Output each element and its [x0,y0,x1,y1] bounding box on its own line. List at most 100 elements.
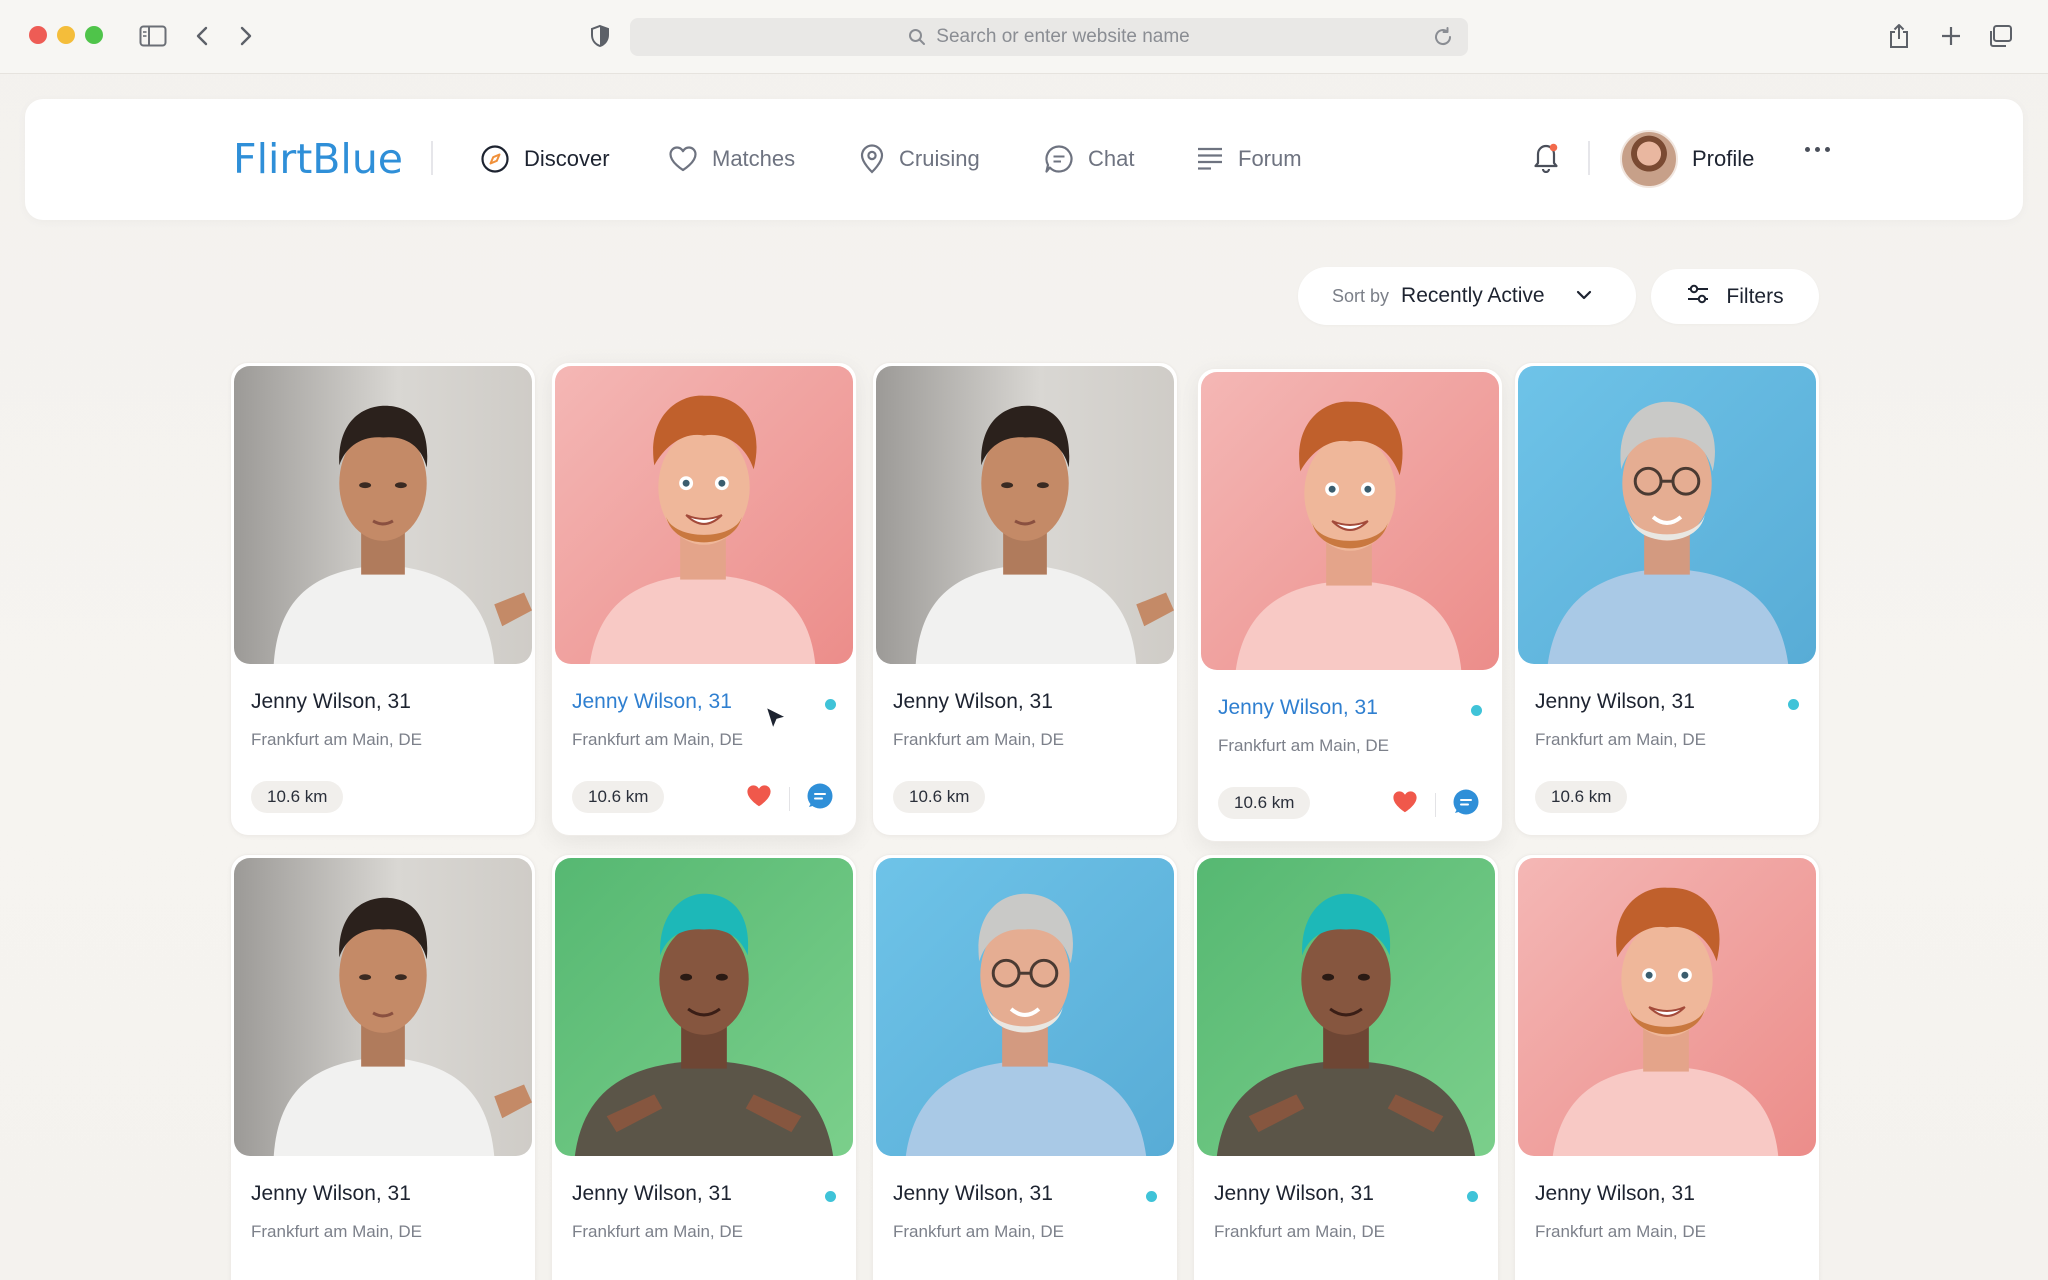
app-logo[interactable]: FlirtBlue [233,135,403,183]
profile-name[interactable]: Jenny Wilson, 31 [893,690,1053,714]
profile-photo[interactable] [555,366,853,664]
profile-menu[interactable]: Profile [1620,129,1754,189]
profile-location: Frankfurt am Main, DE [893,730,1064,749]
profile-location: Frankfurt am Main, DE [893,1222,1064,1241]
profile-location: Frankfurt am Main, DE [1214,1222,1385,1241]
profile-card[interactable]: Jenny Wilson, 31 Frankfurt am Main, DE 10… [1514,362,1820,836]
profile-card[interactable]: Jenny Wilson, 31 Frankfurt am Main, DE [1193,854,1499,1280]
online-status-dot [825,699,836,710]
search-icon [908,28,926,46]
sliders-icon [1686,283,1710,311]
profile-photo[interactable] [555,858,853,1156]
nav-cruising[interactable]: Cruising [859,139,980,179]
profile-card[interactable]: Jenny Wilson, 31 Frankfurt am Main, DE 10… [551,362,857,836]
compass-icon [480,144,510,174]
profile-name[interactable]: Jenny Wilson, 31 [1535,1182,1695,1206]
profile-location: Frankfurt am Main, DE [251,730,422,749]
profile-photo[interactable] [1518,858,1816,1156]
profile-photo[interactable] [876,366,1174,664]
chat-message-icon[interactable] [1452,788,1480,821]
back-arrow-icon[interactable] [188,22,216,50]
tab-overview-icon[interactable] [1986,22,2014,50]
online-status-dot [1471,705,1482,716]
online-status-dot [1788,699,1799,710]
nav-cruising-label: Cruising [899,146,980,171]
distance-badge: 10.6 km [893,781,986,813]
distance-badge: 10.6 km [572,781,665,813]
distance-badge: 10.6 km [1218,787,1311,819]
profile-card[interactable]: Jenny Wilson, 31 Frankfurt am Main, DE 10… [1197,368,1503,842]
profile-name[interactable]: Jenny Wilson, 31 [572,1182,732,1206]
sort-label: Sort by [1332,285,1390,306]
address-bar[interactable]: Search or enter website name [630,18,1468,56]
profile-photo[interactable] [876,858,1174,1156]
nav-divider [1588,141,1590,175]
profile-name[interactable]: Jenny Wilson, 31 [893,1182,1053,1206]
avatar [1620,130,1678,188]
sort-value: Recently Active [1401,284,1545,307]
nav-forum-label: Forum [1238,146,1302,171]
profile-photo[interactable] [234,858,532,1156]
profile-name[interactable]: Jenny Wilson, 31 [251,1182,411,1206]
reload-icon[interactable] [1432,26,1454,48]
profile-label: Profile [1692,146,1755,171]
more-options-icon[interactable] [1805,147,1830,152]
zoom-window-button[interactable] [85,26,103,44]
close-window-button[interactable] [29,26,47,44]
action-divider [1435,792,1436,817]
nav-forum[interactable]: Forum [1196,139,1302,179]
profile-location: Frankfurt am Main, DE [1535,730,1706,749]
profile-location: Frankfurt am Main, DE [251,1222,422,1241]
card-actions [745,782,834,815]
chat-bubble-icon [1044,144,1074,174]
chat-message-icon[interactable] [806,782,834,815]
new-tab-plus-icon[interactable] [1937,22,1965,50]
chevron-down-icon [1576,288,1592,306]
profile-name[interactable]: Jenny Wilson, 31 [1214,1182,1374,1206]
nav-chat[interactable]: Chat [1044,139,1134,179]
profile-location: Frankfurt am Main, DE [572,730,743,749]
nav-matches[interactable]: Matches [668,139,795,179]
online-status-dot [1467,1191,1478,1202]
privacy-shield-icon[interactable] [586,22,614,50]
mouse-cursor-icon [764,705,790,740]
online-status-dot [825,1191,836,1202]
filters-button[interactable]: Filters [1651,269,1819,324]
forum-lines-icon [1196,146,1224,172]
profile-name[interactable]: Jenny Wilson, 31 [251,690,411,714]
heart-icon [668,145,698,173]
profile-location: Frankfurt am Main, DE [1218,736,1389,755]
distance-badge: 10.6 km [251,781,344,813]
nav-divider [431,141,433,175]
like-heart-icon[interactable] [1391,789,1419,820]
nav-discover[interactable]: Discover [480,139,610,179]
profile-card[interactable]: Jenny Wilson, 31 Frankfurt am Main, DE 10… [230,362,536,836]
distance-badge: 10.6 km [1535,781,1628,813]
app-navbar: FlirtBlue Discover Matches Cruising Chat… [25,99,2023,220]
location-pin-icon [859,144,885,174]
profile-photo[interactable] [1197,858,1495,1156]
like-heart-icon[interactable] [745,783,773,814]
profile-name[interactable]: Jenny Wilson, 31 [1218,696,1378,720]
profile-card[interactable]: Jenny Wilson, 31 Frankfurt am Main, DE [551,854,857,1280]
sidebar-toggle-icon[interactable] [139,22,167,50]
profile-name[interactable]: Jenny Wilson, 31 [572,690,732,714]
profile-card[interactable]: Jenny Wilson, 31 Frankfurt am Main, DE [230,854,536,1280]
profile-card[interactable]: Jenny Wilson, 31 Frankfurt am Main, DE 10… [872,362,1178,836]
share-icon[interactable] [1885,22,1913,50]
filters-label: Filters [1726,284,1784,308]
profile-photo[interactable] [1518,366,1816,664]
sort-dropdown[interactable]: Sort by Recently Active [1298,267,1636,325]
profile-card[interactable]: Jenny Wilson, 31 Frankfurt am Main, DE [1514,854,1820,1280]
profile-card[interactable]: Jenny Wilson, 31 Frankfurt am Main, DE [872,854,1178,1280]
nav-chat-label: Chat [1088,146,1135,171]
profile-photo[interactable] [234,366,532,664]
forward-arrow-icon[interactable] [232,22,260,50]
profile-name[interactable]: Jenny Wilson, 31 [1535,690,1695,714]
address-placeholder: Search or enter website name [936,26,1190,47]
profile-location: Frankfurt am Main, DE [1535,1222,1706,1241]
notification-bell-icon[interactable] [1531,141,1561,178]
profile-photo[interactable] [1201,372,1499,670]
minimize-window-button[interactable] [57,26,75,44]
action-divider [789,786,790,811]
